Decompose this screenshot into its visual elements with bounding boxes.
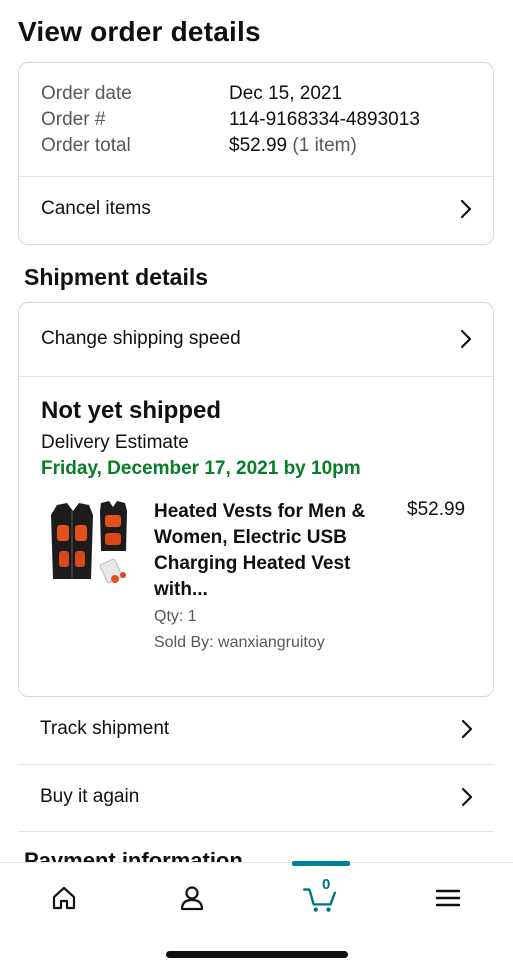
- change-shipping-speed-button[interactable]: Change shipping speed: [19, 307, 493, 371]
- chevron-right-icon: [460, 329, 472, 349]
- home-icon: [52, 886, 76, 910]
- product-quantity: Qty: 1: [154, 608, 197, 625]
- order-item-count: (1 item): [292, 135, 357, 156]
- tab-account[interactable]: [128, 863, 256, 933]
- order-date-label: Order date: [41, 83, 132, 104]
- buy-it-again-button[interactable]: Buy it again: [18, 764, 494, 830]
- page-title: View order details: [18, 16, 261, 47]
- product-title-link[interactable]: Heated Vests for Men & Women, Electric U…: [154, 499, 369, 603]
- payment-information-heading: Payment information: [24, 848, 243, 862]
- shipment-status: Not yet shipped: [41, 397, 222, 424]
- change-shipping-speed-label: Change shipping speed: [41, 328, 241, 349]
- order-date-value: Dec 15, 2021: [229, 83, 343, 104]
- track-shipment-button[interactable]: Track shipment: [18, 696, 494, 762]
- buy-it-again-label: Buy it again: [40, 786, 140, 807]
- cart-icon: [302, 888, 336, 912]
- tab-cart[interactable]: 0: [256, 863, 384, 933]
- delivery-estimate-date: Friday, December 17, 2021 by 10pm: [41, 458, 361, 479]
- heated-vest-product-image[interactable]: [43, 499, 133, 591]
- menu-icon: [435, 889, 461, 907]
- order-summary-card: Order date Dec 15, 2021 Order # 114-9168…: [18, 62, 494, 245]
- order-number-value: 114-9168334-4893013: [229, 109, 420, 130]
- order-total-amount: $52.99: [229, 135, 288, 156]
- divider: [19, 376, 493, 377]
- divider: [18, 831, 494, 832]
- order-total-label: Order total: [41, 135, 131, 156]
- tab-home[interactable]: [0, 863, 128, 933]
- shipment-details-heading: Shipment details: [24, 264, 209, 290]
- order-total-value: $52.99 (1 item): [229, 135, 357, 157]
- track-shipment-label: Track shipment: [40, 718, 170, 739]
- home-indicator[interactable]: [166, 951, 348, 958]
- cancel-items-button[interactable]: Cancel items: [19, 177, 493, 241]
- shipment-card: Change shipping speed Not yet shipped De…: [18, 302, 494, 697]
- cancel-items-label: Cancel items: [41, 198, 151, 219]
- delivery-estimate-label: Delivery Estimate: [41, 432, 189, 453]
- cart-count-badge: 0: [322, 876, 331, 893]
- chevron-right-icon: [461, 787, 473, 807]
- product-price: $52.99: [407, 499, 466, 520]
- tab-menu[interactable]: [384, 863, 512, 933]
- chevron-right-icon: [461, 719, 473, 739]
- product-seller: Sold By: wanxiangruitoy: [154, 634, 325, 651]
- bottom-tab-bar: 0: [0, 861, 513, 933]
- chevron-right-icon: [460, 199, 472, 219]
- account-icon: [180, 886, 204, 911]
- order-number-label: Order #: [41, 109, 106, 130]
